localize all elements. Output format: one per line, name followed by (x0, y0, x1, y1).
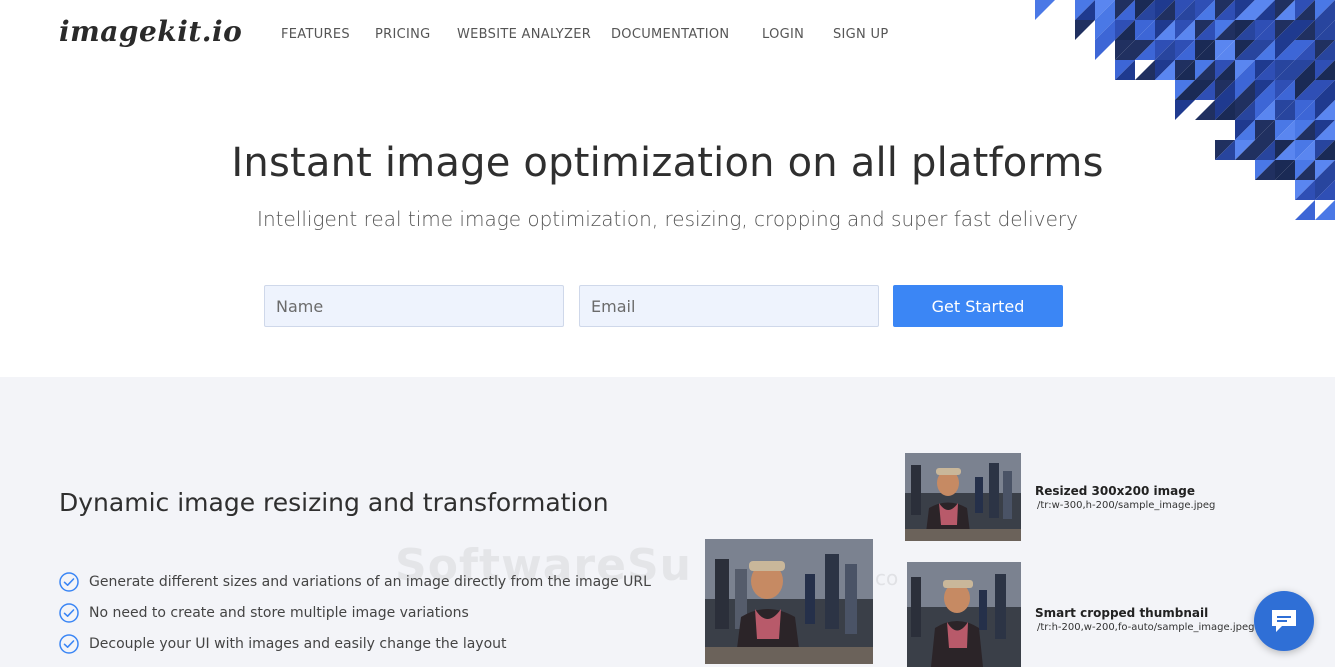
sample-image-resized (905, 453, 1021, 541)
hero-subtitle: Intelligent real time image optimization… (257, 207, 1078, 231)
sample-image-original (705, 539, 873, 664)
example-url: /tr:w-300,h-200/sample_image.jpeg (1037, 500, 1216, 511)
example-title: Smart cropped thumbnail (1035, 606, 1209, 620)
get-started-button[interactable]: Get Started (893, 285, 1063, 327)
nav-features[interactable]: FEATURES (281, 27, 350, 42)
hero-title: Instant image optimization on all platfo… (231, 140, 1104, 186)
check-circle-icon (59, 634, 79, 654)
email-input[interactable] (579, 285, 879, 327)
nav-pricing[interactable]: PRICING (375, 27, 431, 42)
nav-login[interactable]: LOGIN (762, 27, 804, 42)
logo[interactable]: imagekit.io (59, 15, 242, 48)
section-title: Dynamic image resizing and transformatio… (59, 488, 609, 517)
feature-text: Decouple your UI with images and easily … (89, 636, 507, 652)
sample-image-thumbnail (907, 562, 1021, 667)
watermark: SoftwareSu (395, 540, 692, 591)
deco-triangle (1035, 0, 1055, 20)
deco-triangle (1195, 100, 1215, 120)
name-input[interactable] (264, 285, 564, 327)
nav-sign-up[interactable]: SIGN UP (833, 27, 888, 42)
deco-triangle (1095, 40, 1115, 60)
feature-item: No need to create and store multiple ima… (59, 602, 469, 624)
watermark-suffix: co (875, 566, 899, 590)
deco-triangle (1135, 60, 1155, 80)
deco-triangle (1075, 20, 1095, 40)
check-circle-icon (59, 603, 79, 623)
chat-widget-button[interactable] (1254, 591, 1314, 651)
nav-documentation[interactable]: DOCUMENTATION (611, 27, 729, 42)
feature-item: Decouple your UI with images and easily … (59, 633, 507, 655)
deco-triangle (1175, 100, 1195, 120)
check-circle-icon (59, 572, 79, 592)
chat-bubble-icon (1272, 610, 1296, 632)
nav-website-analyzer[interactable]: WEBSITE ANALYZER (457, 27, 591, 42)
example-url: /tr:h-200,w-200,fo-auto/sample_image.jpe… (1037, 622, 1255, 633)
example-title: Resized 300x200 image (1035, 484, 1195, 498)
feature-text: No need to create and store multiple ima… (89, 605, 469, 621)
